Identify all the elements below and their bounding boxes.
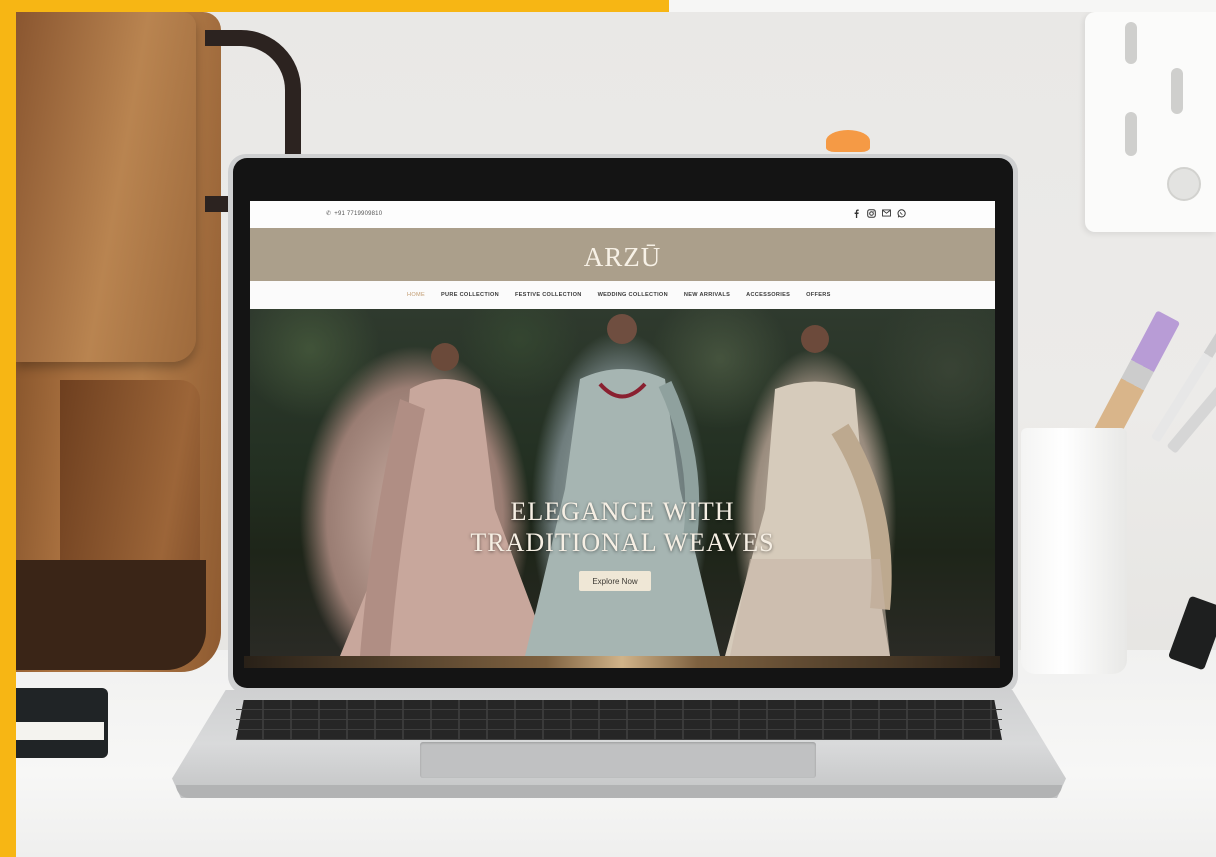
top-bar: ✆ +91 7719909810 (250, 201, 995, 229)
facebook-icon[interactable] (852, 208, 861, 218)
backpack-flap (16, 12, 196, 362)
mail-icon[interactable] (882, 208, 891, 218)
backpack-base (16, 560, 206, 670)
phone-icon: ✆ (326, 211, 332, 217)
laptop-trackpad (420, 742, 816, 778)
nav-festive-collection[interactable]: FESTIVE COLLECTION (515, 292, 582, 298)
frame-border-top (0, 0, 669, 12)
nav-pure-collection[interactable]: PURE COLLECTION (441, 292, 499, 298)
shelf-knob (1167, 167, 1201, 201)
nav-new-arrivals[interactable]: NEW ARRIVALS (684, 292, 730, 298)
hero-models-image (340, 314, 892, 656)
notebook-pages (16, 722, 104, 740)
laptop-screen: ✆ +91 7719909810 ARZŪ HOME PURE COLLECTIO… (250, 201, 995, 656)
main-navigation: HOME PURE COLLECTION FESTIVE COLLECTION … (250, 281, 995, 310)
phone-text: +91 7719909810 (334, 211, 383, 217)
hero-title-line1: ELEGANCE WITH (510, 497, 735, 526)
laptop-base-edge (176, 785, 1062, 798)
brand-bar: ARZŪ (250, 228, 995, 281)
nav-offers[interactable]: OFFERS (806, 292, 831, 298)
site-logo[interactable]: ARZŪ (250, 242, 995, 273)
nav-home[interactable]: HOME (407, 292, 425, 298)
hero-title-line2: TRADITIONAL WEAVES (470, 528, 775, 557)
brush-cup (1021, 428, 1127, 674)
nav-wedding-collection[interactable]: WEDDING COLLECTION (598, 292, 668, 298)
keyboard-rows (236, 700, 1002, 740)
phone-number[interactable]: ✆ +91 7719909810 (326, 210, 382, 217)
social-links (852, 208, 906, 218)
screen-glow (244, 656, 1000, 668)
nav-accessories[interactable]: ACCESSORIES (746, 292, 790, 298)
instagram-icon[interactable] (867, 208, 876, 218)
hero-title: ELEGANCE WITH TRADITIONAL WEAVES (250, 496, 995, 558)
frame-border-top-light (669, 0, 1216, 12)
frame-border-left (0, 0, 16, 857)
wall-shelf (1085, 12, 1216, 232)
explore-now-button[interactable]: Explore Now (579, 571, 651, 591)
whatsapp-icon[interactable] (897, 208, 906, 218)
hero-banner: ELEGANCE WITH TRADITIONAL WEAVES Explore… (250, 309, 995, 656)
orange-object (826, 130, 870, 152)
nav-list: HOME PURE COLLECTION FESTIVE COLLECTION … (407, 292, 831, 298)
